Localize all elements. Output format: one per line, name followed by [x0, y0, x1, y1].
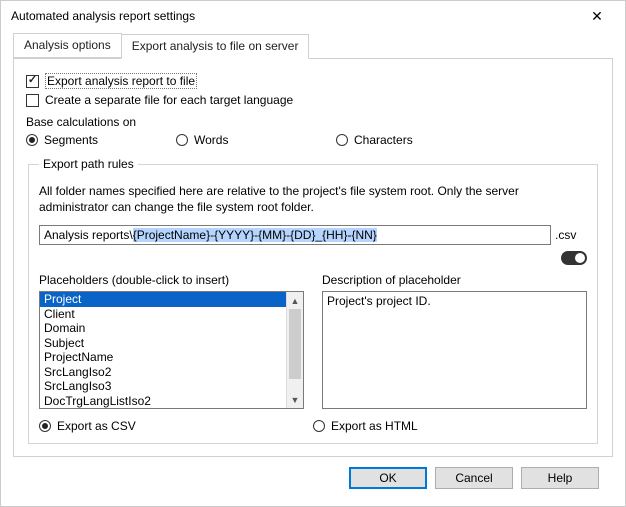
- description-box: Project's project ID.: [322, 291, 587, 409]
- col-description: Description of placeholder Project's pro…: [322, 273, 587, 409]
- radio-export-csv[interactable]: [39, 420, 51, 432]
- label-placeholders: Placeholders (double-click to insert): [39, 273, 304, 287]
- tabstrip: Analysis options Export analysis to file…: [13, 33, 613, 59]
- row-separate-file: Create a separate file for each target l…: [26, 93, 600, 107]
- scroll-track[interactable]: [287, 309, 303, 391]
- radio-words[interactable]: [176, 134, 188, 146]
- label-words[interactable]: Words: [194, 133, 228, 147]
- scrollbar[interactable]: ▲ ▼: [286, 292, 303, 408]
- label-export-html[interactable]: Export as HTML: [331, 419, 418, 433]
- scroll-down-icon[interactable]: ▼: [287, 391, 303, 408]
- close-icon[interactable]: ✕: [577, 8, 617, 25]
- legend-export-path-rules: Export path rules: [39, 157, 138, 171]
- row-export-to-file: Export analysis report to file: [26, 73, 600, 89]
- list-item[interactable]: ProjectName: [40, 350, 286, 365]
- label-separate-file[interactable]: Create a separate file for each target l…: [45, 93, 293, 107]
- ok-button[interactable]: OK: [349, 467, 427, 489]
- help-text: All folder names specified here are rela…: [39, 183, 587, 215]
- scroll-up-icon[interactable]: ▲: [287, 292, 303, 309]
- checkbox-export-to-file[interactable]: [26, 75, 39, 88]
- list-item[interactable]: Project: [40, 292, 286, 307]
- list-item[interactable]: Domain: [40, 321, 286, 336]
- path-plain: Analysis reports\: [44, 228, 133, 242]
- list-item[interactable]: DocTrgLangListIso2: [40, 394, 286, 409]
- radio-export-html[interactable]: [313, 420, 325, 432]
- tab-analysis-options[interactable]: Analysis options: [13, 33, 122, 58]
- radio-segments[interactable]: [26, 134, 38, 146]
- dialog-content: Analysis options Export analysis to file…: [1, 33, 625, 503]
- tab-panel-export: Export analysis report to file Create a …: [13, 59, 613, 457]
- list-item[interactable]: Client: [40, 307, 286, 322]
- path-input[interactable]: Analysis reports\{ProjectName}-{YYYY}-{M…: [39, 225, 551, 245]
- toggle-switch[interactable]: [561, 251, 587, 265]
- radio-characters[interactable]: [336, 134, 348, 146]
- label-export-csv[interactable]: Export as CSV: [57, 419, 136, 433]
- path-highlight: {ProjectName}-{YYYY}-{MM}-{DD}_{HH}-{NN}: [133, 228, 377, 242]
- scroll-thumb[interactable]: [289, 309, 301, 379]
- cancel-button[interactable]: Cancel: [435, 467, 513, 489]
- label-export-to-file[interactable]: Export analysis report to file: [45, 73, 197, 89]
- listbox-placeholders[interactable]: Project Client Domain Subject ProjectNam…: [40, 292, 286, 408]
- list-item[interactable]: SrcLangIso2: [40, 365, 286, 380]
- label-segments[interactable]: Segments: [44, 133, 98, 147]
- dialog-buttons: OK Cancel Help: [13, 457, 613, 495]
- checkbox-separate-file[interactable]: [26, 94, 39, 107]
- col-placeholders: Placeholders (double-click to insert) Pr…: [39, 273, 304, 409]
- titlebar: Automated analysis report settings ✕: [1, 1, 625, 31]
- window-title: Automated analysis report settings: [11, 9, 195, 23]
- help-button[interactable]: Help: [521, 467, 599, 489]
- label-base-calc: Base calculations on: [26, 115, 600, 129]
- path-extension: .csv: [555, 228, 587, 242]
- label-description: Description of placeholder: [322, 273, 587, 287]
- list-item[interactable]: Subject: [40, 336, 286, 351]
- tab-export-to-file[interactable]: Export analysis to file on server: [121, 34, 310, 59]
- radio-group-base-calc: Segments Words Characters: [26, 133, 600, 147]
- group-export-path-rules: Export path rules All folder names speci…: [28, 157, 598, 444]
- listbox-placeholders-wrap: Project Client Domain Subject ProjectNam…: [39, 291, 304, 409]
- row-export-format: Export as CSV Export as HTML: [39, 419, 587, 433]
- path-row: Analysis reports\{ProjectName}-{YYYY}-{M…: [39, 225, 587, 245]
- toggle-row: [39, 251, 587, 265]
- list-item[interactable]: SrcLangIso3: [40, 379, 286, 394]
- label-characters[interactable]: Characters: [354, 133, 413, 147]
- columns: Placeholders (double-click to insert) Pr…: [39, 273, 587, 409]
